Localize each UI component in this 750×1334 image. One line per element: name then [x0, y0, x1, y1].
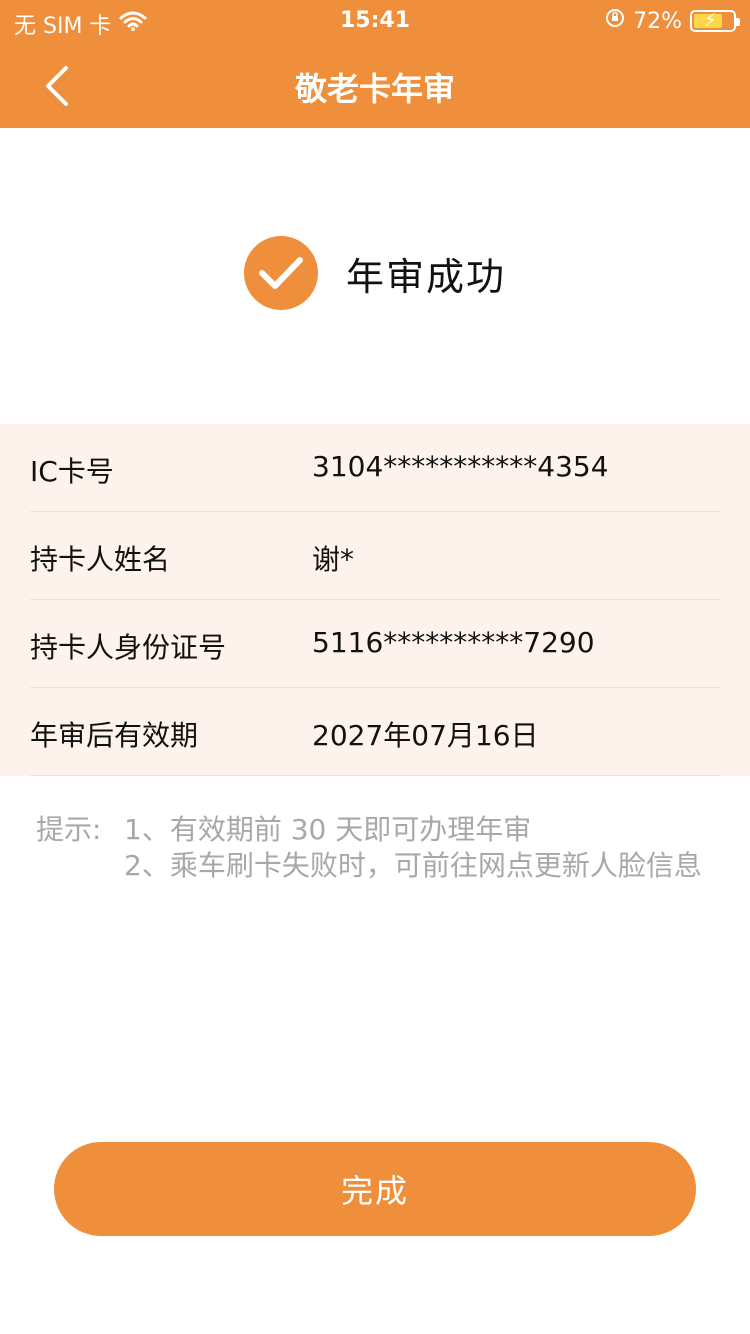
card-info-panel: IC卡号 3104***********4354 持卡人姓名 谢* 持卡人身份证…: [0, 424, 750, 776]
result-section: 年审成功: [0, 236, 750, 310]
tips-lines: 1、有效期前 30 天即可办理年审 2、乘车刷卡失败时，可前往网点更新人脸信息: [124, 812, 724, 884]
battery-percent: 72%: [633, 8, 682, 34]
tip-line: 1、有效期前 30 天即可办理年审: [124, 813, 532, 846]
tip-line: 2、乘车刷卡失败时，可前往网点更新人脸信息: [124, 849, 702, 882]
page-title: 敬老卡年审: [294, 70, 455, 108]
nav-bar: 敬老卡年审: [0, 42, 750, 128]
info-row-valid-until: 年审后有效期 2027年07月16日: [30, 688, 720, 776]
status-bar: 无 SIM 卡 15:41 72% ⚡: [0, 0, 750, 42]
info-row-holder-name: 持卡人姓名 谢*: [30, 512, 720, 600]
info-value: 5116**********7290: [312, 626, 595, 659]
info-label: 年审后有效期: [30, 719, 199, 752]
rotation-lock-icon: [605, 8, 625, 34]
info-label: 持卡人身份证号: [30, 631, 227, 664]
done-button[interactable]: 完成: [54, 1142, 696, 1236]
status-right: 72% ⚡: [605, 8, 740, 34]
divider: [30, 775, 720, 776]
tips-label: 提示:: [36, 813, 102, 846]
info-label: 持卡人姓名: [30, 543, 171, 576]
info-label: IC卡号: [30, 455, 114, 488]
info-value: 2027年07月16日: [312, 719, 539, 752]
info-value: 谢*: [312, 543, 355, 576]
battery-charging-icon: ⚡: [690, 10, 740, 32]
check-circle-icon: [243, 236, 318, 310]
info-value: 3104***********4354: [312, 450, 609, 483]
info-row-ic-number: IC卡号 3104***********4354: [30, 424, 720, 512]
result-text: 年审成功: [345, 254, 506, 299]
top-bar: 无 SIM 卡 15:41 72% ⚡ 敬老卡年审: [0, 0, 750, 128]
info-row-id-number: 持卡人身份证号 5116**********7290: [30, 600, 720, 688]
